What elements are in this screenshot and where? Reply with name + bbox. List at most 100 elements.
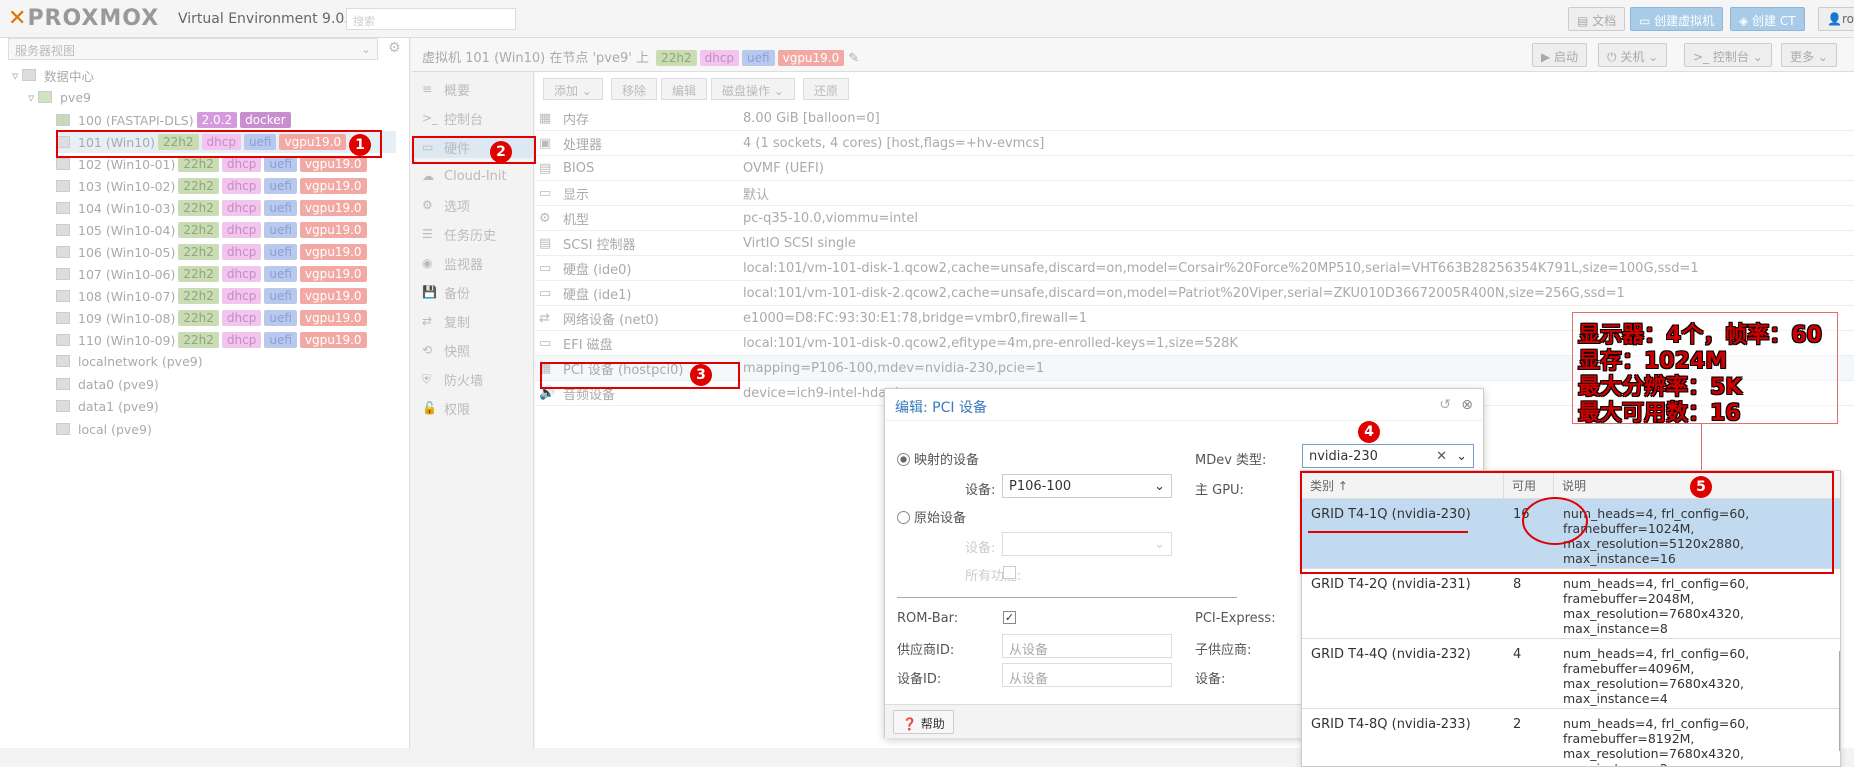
menu-item-9[interactable]: ⟲ 快照	[422, 339, 470, 361]
storage-icon	[56, 378, 70, 390]
device-select[interactable]: P106-100 ⌄	[1002, 474, 1172, 498]
hardware-icon: ⇄	[539, 310, 550, 326]
hardware-row[interactable]: ▤ BIOS OVMF (UEFI)	[535, 156, 1854, 181]
tree-node-pve9[interactable]: ▿ pve9	[28, 86, 91, 108]
vendor-id-input[interactable]: 从设备	[1002, 634, 1172, 658]
mdev-option-row[interactable]: GRID T4-8Q (nvidia-233) 2 num_heads=4, frl…	[1302, 709, 1840, 766]
more-button[interactable]: 更多 ⌄	[1781, 43, 1837, 67]
tree-storage-data1[interactable]: data1 (pve9)	[56, 395, 159, 417]
cube-icon: ◈	[1739, 14, 1753, 28]
menu-icon: ☰	[422, 227, 433, 241]
view-select[interactable]: 服务器视图 ⌄	[8, 38, 378, 60]
menu-item-10[interactable]: ⛨ 防火墙	[422, 368, 483, 390]
tree-datacenter[interactable]: ▿ 数据中心	[12, 64, 94, 86]
vm-tag: vgpu19.0	[299, 178, 367, 194]
vm-tag: dhcp	[221, 244, 262, 260]
gear-icon[interactable]: ⚙	[388, 40, 401, 56]
vm-tag: uefi	[264, 288, 297, 304]
rombar-checkbox[interactable]: ✓	[1003, 611, 1016, 624]
menu-item-4[interactable]: ⚙ 选项	[422, 194, 470, 216]
tree-vm-104[interactable]: 104 (Win10-03) 22h2 dhcp uefi vgpu19.0	[56, 197, 367, 219]
hardware-row[interactable]: ⚙ 机型 pc-q35-10.0,viommu=intel	[535, 206, 1854, 231]
hardware-row[interactable]: ▤ SCSI 控制器 VirtIO SCSI single	[535, 231, 1854, 256]
shutdown-button[interactable]: ⏻ 关机 ⌄	[1598, 43, 1668, 67]
vm-tag: 22h2	[178, 222, 219, 238]
vm-tag: 22h2	[178, 332, 219, 348]
tree-storage-data0[interactable]: data0 (pve9)	[56, 373, 159, 395]
vm-tag: dhcp	[221, 332, 262, 348]
vm-tag: 22h2	[178, 266, 219, 282]
tree-vm-100[interactable]: 100 (FASTAPI-DLS) 2.0.2 docker	[56, 109, 291, 131]
hardware-icon: ▤	[539, 235, 552, 251]
revert-button[interactable]: 还原	[803, 78, 850, 100]
start-button[interactable]: ▶ 启动	[1532, 43, 1588, 67]
menu-item-7[interactable]: 💾 备份	[422, 281, 470, 303]
vm-tag: uefi	[264, 222, 297, 238]
raw-device-radio[interactable]: 原始设备	[897, 507, 966, 526]
monitor-icon	[56, 268, 70, 280]
search-input[interactable]: 搜索	[346, 8, 516, 30]
tree-vm-110[interactable]: 110 (Win10-09) 22h2 dhcp uefi vgpu19.0	[56, 329, 367, 351]
annotation-badge-2: 2	[490, 141, 512, 163]
docs-button[interactable]: ▤ 文档	[1568, 7, 1626, 31]
raw-device-select[interactable]: ⌄	[1002, 532, 1172, 556]
tree-vm-108[interactable]: 108 (Win10-07) 22h2 dhcp uefi vgpu19.0	[56, 285, 367, 307]
clear-icon[interactable]: ✕	[1436, 449, 1447, 464]
menu-item-0[interactable]: ≡ 概要	[422, 78, 470, 100]
hardware-icon: ⚙	[539, 210, 551, 226]
tree-vm-105[interactable]: 105 (Win10-04) 22h2 dhcp uefi vgpu19.0	[56, 219, 367, 241]
menu-item-5[interactable]: ☰ 任务历史	[422, 223, 496, 245]
vm-tag: dhcp	[221, 310, 262, 326]
help-icon: ❓	[902, 717, 921, 731]
vm-name: 105 (Win10-04)	[78, 222, 176, 238]
vm-tag: vgpu19.0	[299, 310, 367, 326]
reset-icon[interactable]: ↺	[1439, 397, 1451, 413]
menu-item-11[interactable]: 🔓 权限	[422, 397, 470, 419]
edit-button[interactable]: 编辑	[661, 78, 708, 100]
create-vm-button[interactable]: ▭ 创建虚拟机	[1630, 7, 1724, 31]
menu-icon: ⛨	[422, 371, 432, 386]
tree-vm-103[interactable]: 103 (Win10-02) 22h2 dhcp uefi vgpu19.0	[56, 175, 367, 197]
tree-storage-local[interactable]: local (pve9)	[56, 418, 152, 440]
menu-item-3[interactable]: ☁ Cloud-Init	[422, 165, 507, 187]
menu-item-8[interactable]: ⇄ 复制	[422, 310, 470, 332]
hardware-row[interactable]: ▭ 硬盘 (ide0) local:101/vm-101-disk-1.qcow2,…	[535, 256, 1854, 281]
hardware-row[interactable]: ▭ 硬盘 (ide1) local:101/vm-101-disk-2.qcow2,…	[535, 281, 1854, 306]
tree-vm-107[interactable]: 107 (Win10-06) 22h2 dhcp uefi vgpu19.0	[56, 263, 367, 285]
tree-vm-109[interactable]: 109 (Win10-08) 22h2 dhcp uefi vgpu19.0	[56, 307, 367, 329]
close-icon[interactable]: ⊗	[1461, 397, 1473, 413]
top-bar: ✕PROXMOX Virtual Environment 9.0.10 搜索 ▤…	[0, 0, 1854, 38]
hardware-row[interactable]: ▣ 处理器 4 (1 sockets, 4 cores) [host,flags=+…	[535, 131, 1854, 156]
vm-name: 109 (Win10-08)	[78, 310, 176, 326]
hardware-row[interactable]: ▦ 内存 8.00 GiB [balloon=0]	[535, 106, 1854, 131]
user-menu-button[interactable]: 👤root	[1818, 7, 1854, 31]
vm-name: 110 (Win10-09)	[78, 332, 176, 348]
menu-item-1[interactable]: >_ 控制台	[422, 107, 483, 129]
mdev-option-row[interactable]: GRID T4-4Q (nvidia-232) 4 num_heads=4, frl…	[1302, 639, 1840, 709]
create-ct-button[interactable]: ◈ 创建 CT	[1730, 7, 1805, 31]
disk-action-button[interactable]: 磁盘操作 ⌄	[711, 78, 795, 100]
hardware-row[interactable]: ▭ 显示 默认	[535, 181, 1854, 206]
scrollbar[interactable]	[1839, 651, 1840, 751]
menu-item-6[interactable]: ◉ 监视器	[422, 252, 483, 274]
mdev-type-select[interactable]: nvidia-230 ✕ ⌄	[1302, 444, 1474, 468]
pencil-icon[interactable]: ✎	[844, 51, 859, 66]
device-id-input[interactable]: 从设备	[1002, 663, 1172, 687]
help-button[interactable]: ❓ 帮助	[893, 710, 954, 734]
page-title: 虚拟机 101 (Win10) 在节点 'pve9' 上 22h2 dhcp uef…	[422, 50, 860, 66]
vm-tag: vgpu19.0	[299, 200, 367, 216]
console-button[interactable]: >_ 控制台 ⌄	[1684, 43, 1772, 67]
datacenter-icon	[22, 69, 36, 81]
vm-tag: vgpu19.0	[299, 266, 367, 282]
network-icon	[56, 355, 70, 367]
remove-button[interactable]: 移除	[611, 78, 658, 100]
tree-network[interactable]: localnetwork (pve9)	[56, 350, 203, 372]
add-button[interactable]: 添加 ⌄	[543, 78, 603, 100]
monitor-icon	[56, 202, 70, 214]
subvendor-label: 子供应商:	[1195, 643, 1252, 658]
vm-tag: 22h2	[178, 200, 219, 216]
mapped-device-radio[interactable]: 映射的设备	[897, 449, 979, 468]
tree-vm-106[interactable]: 106 (Win10-05) 22h2 dhcp uefi vgpu19.0	[56, 241, 367, 263]
all-functions-checkbox[interactable]	[1003, 566, 1016, 579]
mdev-option-row[interactable]: GRID T4-2Q (nvidia-231) 8 num_heads=4, frl…	[1302, 569, 1840, 639]
